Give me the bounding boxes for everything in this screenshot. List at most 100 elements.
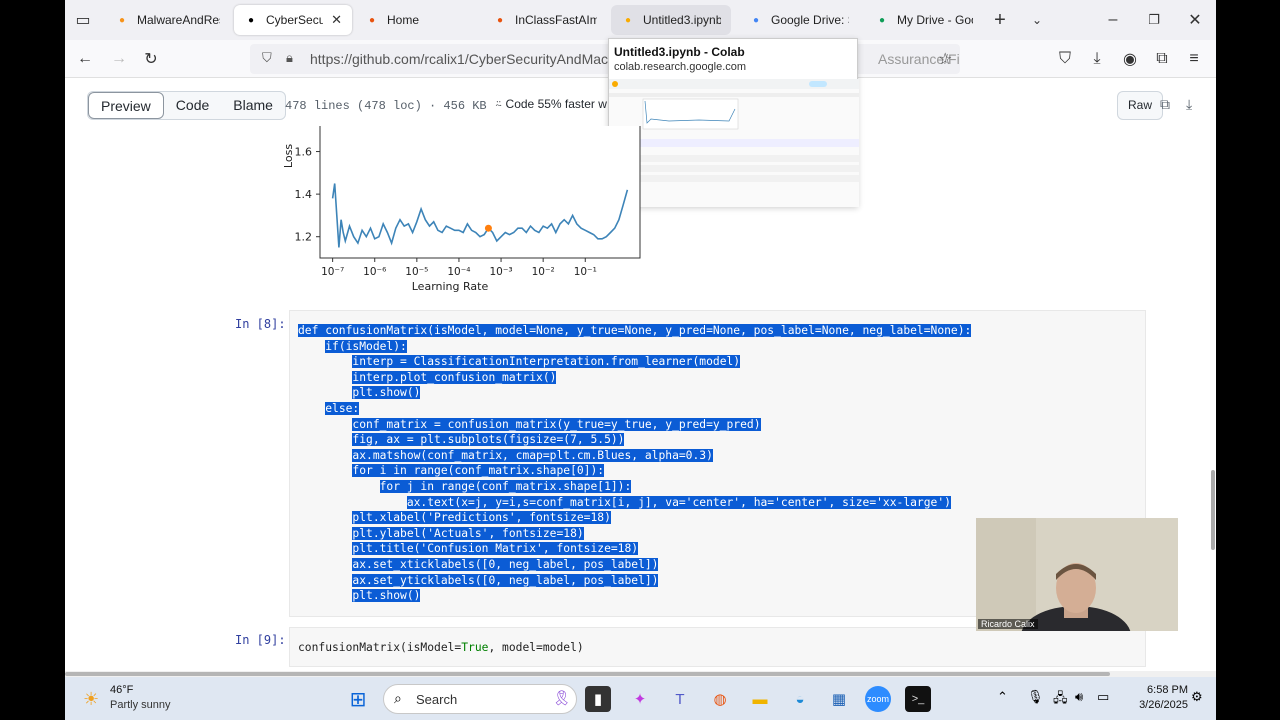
menu-icon[interactable]: ≡ (1184, 49, 1204, 69)
microphone-icon[interactable]: 🎙︎ (1027, 689, 1044, 705)
url-text[interactable]: https://github.com/rcalix1/CyberSecurity… (310, 51, 642, 67)
code-block-9[interactable]: confusionMatrix(isModel=True, model=mode… (298, 640, 584, 656)
teams-icon[interactable]: T (667, 686, 693, 712)
code-line: fig, ax = plt.subplots(figsize=(7, 5.5)) (298, 432, 971, 448)
store-icon[interactable]: ▦ (826, 686, 852, 712)
github-icon: ● (247, 14, 255, 26)
file-header: Preview Code Blame 478 lines (478 loc) ·… (65, 86, 1216, 126)
selected-code-text: else: (325, 401, 360, 415)
firefox-icon[interactable]: ◍ (707, 686, 733, 712)
vertical-scrollbar[interactable] (1211, 470, 1215, 550)
battery-icon[interactable]: ▭ (1097, 689, 1109, 705)
pocket-icon[interactable]: ⛉ (1055, 49, 1075, 69)
cell-prompt-9: In [9]: (235, 633, 286, 647)
selected-code-text: for i in range(conf_matrix.shape[0]): (352, 464, 605, 478)
weather-icon[interactable]: ☀︎ (83, 689, 99, 710)
downloads-icon[interactable]: ⤓ (1087, 49, 1107, 69)
selected-code-text: plt.show() (352, 589, 421, 603)
bitcoin-icon: ● (118, 14, 126, 26)
plot-area (319, 126, 641, 259)
new-tab-icon[interactable]: + (990, 9, 1010, 31)
selected-code-text: plt.ylabel('Actuals', fontsize=18) (352, 526, 584, 540)
y-tick-label: 1.6 (295, 146, 313, 159)
taskbar-search[interactable]: ⌕ Search 🎗︎ (383, 684, 577, 714)
tab-6[interactable]: ● Google Drive: Shar (739, 5, 859, 35)
raw-button[interactable]: Raw (1117, 91, 1164, 120)
google-icon: ● (752, 14, 760, 26)
presenter-video (976, 518, 1178, 631)
zoom-icon[interactable]: zoom (865, 686, 891, 712)
task-view-icon[interactable]: ▮ (585, 686, 611, 712)
network-icon[interactable]: 🖧︎ (1053, 689, 1068, 711)
code-line: plt.xlabel('Predictions', fontsize=18) (298, 510, 971, 526)
copilot-icon: ⍨ (495, 97, 506, 111)
x-tick-label: 10⁻⁷ (321, 266, 344, 278)
drive-icon: ● (878, 14, 886, 26)
code-line: def confusionMatrix(isModel, model=None,… (298, 323, 972, 339)
edge-icon[interactable]: ◒ (787, 686, 813, 712)
clock-time[interactable]: 6:58 PM (1128, 684, 1188, 696)
restore-icon[interactable]: ❐ (1144, 10, 1164, 30)
bookmark-star-icon[interactable]: ☆ (938, 49, 952, 69)
lock-icon[interactable]: 🔒︎ (286, 50, 293, 66)
close-window-icon[interactable]: ✕ (1185, 10, 1205, 30)
code-block-8[interactable]: def confusionMatrix(isModel, model=None,… (298, 323, 972, 604)
code-line: ax.set_xticklabels([0, neg_label, pos_la… (298, 557, 971, 573)
weather-temp[interactable]: 46°F (110, 684, 133, 696)
weather-desc[interactable]: Partly sunny (110, 699, 171, 711)
code-line: conf_matrix = confusion_matrix(y_true=y_… (298, 417, 971, 433)
tab-3[interactable]: ● Home (355, 5, 479, 35)
webcam-overlay: Ricardo Calix (976, 518, 1178, 631)
tab-1[interactable]: ● MalwareAndResNe (105, 5, 230, 35)
tracking-shield-icon[interactable]: ⛉ (262, 50, 272, 66)
clock-date[interactable]: 3/26/2025 (1128, 699, 1188, 711)
right-letterbox (1216, 0, 1280, 720)
blame-button[interactable]: Blame (221, 92, 285, 119)
tray-chevron-icon[interactable]: ⌃ (997, 689, 1008, 705)
download-icon[interactable]: ⤓ (1186, 96, 1192, 113)
volume-icon[interactable]: 🔊︎ (1075, 689, 1083, 705)
copilot-banner[interactable]: ⍨ Code 55% faster w (495, 97, 607, 112)
windows-start-icon[interactable]: ⊞ (345, 686, 371, 712)
tab-4[interactable]: ● InClassFastAImalw (483, 5, 607, 35)
horizontal-scroll-thumb[interactable] (65, 672, 1110, 676)
selected-code-text: def confusionMatrix(isModel, model=None,… (298, 324, 972, 337)
tab-label: InClassFastAImalw (515, 13, 597, 27)
copy-icon[interactable]: ⧉ (1160, 96, 1170, 113)
tab-label: MalwareAndResNe (137, 13, 220, 27)
suggested-lr-marker (484, 224, 492, 232)
tab-2[interactable]: ● CyberSecurityA ✕ (234, 5, 352, 35)
tab-5[interactable]: ● Untitled3.ipynb - C (611, 5, 731, 35)
reload-icon[interactable]: ↻ (141, 49, 161, 69)
minimize-icon[interactable]: – (1103, 10, 1123, 30)
x-tick-label: 10⁻⁶ (363, 266, 386, 278)
forward-icon[interactable]: → (109, 49, 129, 69)
notification-icon[interactable]: ⚙︎ (1191, 689, 1203, 705)
back-icon[interactable]: ← (75, 49, 95, 69)
x-axis-label: Learning Rate (412, 280, 489, 293)
y-tick-label: 1.2 (295, 231, 313, 244)
search-icon: ⌕ (394, 690, 402, 706)
y-axis-label: Loss (282, 144, 295, 168)
copilot-app-icon[interactable]: ✦ (627, 686, 653, 712)
selected-code-text: interp = ClassificationInterpretation.fr… (352, 355, 741, 369)
tab-7[interactable]: ● My Drive - Google (865, 5, 983, 35)
extensions-icon[interactable]: ⧉ (1152, 49, 1172, 69)
tab-overview-icon[interactable]: ▭ (73, 10, 93, 30)
tab-list-chevron-icon[interactable]: ⌄ (1027, 10, 1047, 30)
preview-button[interactable]: Preview (88, 92, 164, 119)
account-icon[interactable]: ◉ (1120, 49, 1140, 69)
terminal-icon[interactable]: >_ (905, 686, 931, 712)
selected-code-text: ax.set_xticklabels([0, neg_label, pos_la… (352, 557, 659, 571)
file-explorer-icon[interactable]: ▬ (747, 686, 773, 712)
code-button[interactable]: Code (164, 92, 221, 119)
tab-close-icon[interactable]: ✕ (331, 12, 342, 28)
code-line: if(isModel): (298, 339, 971, 355)
selected-code-text: for j in range(conf_matrix.shape[1]): (379, 479, 632, 493)
